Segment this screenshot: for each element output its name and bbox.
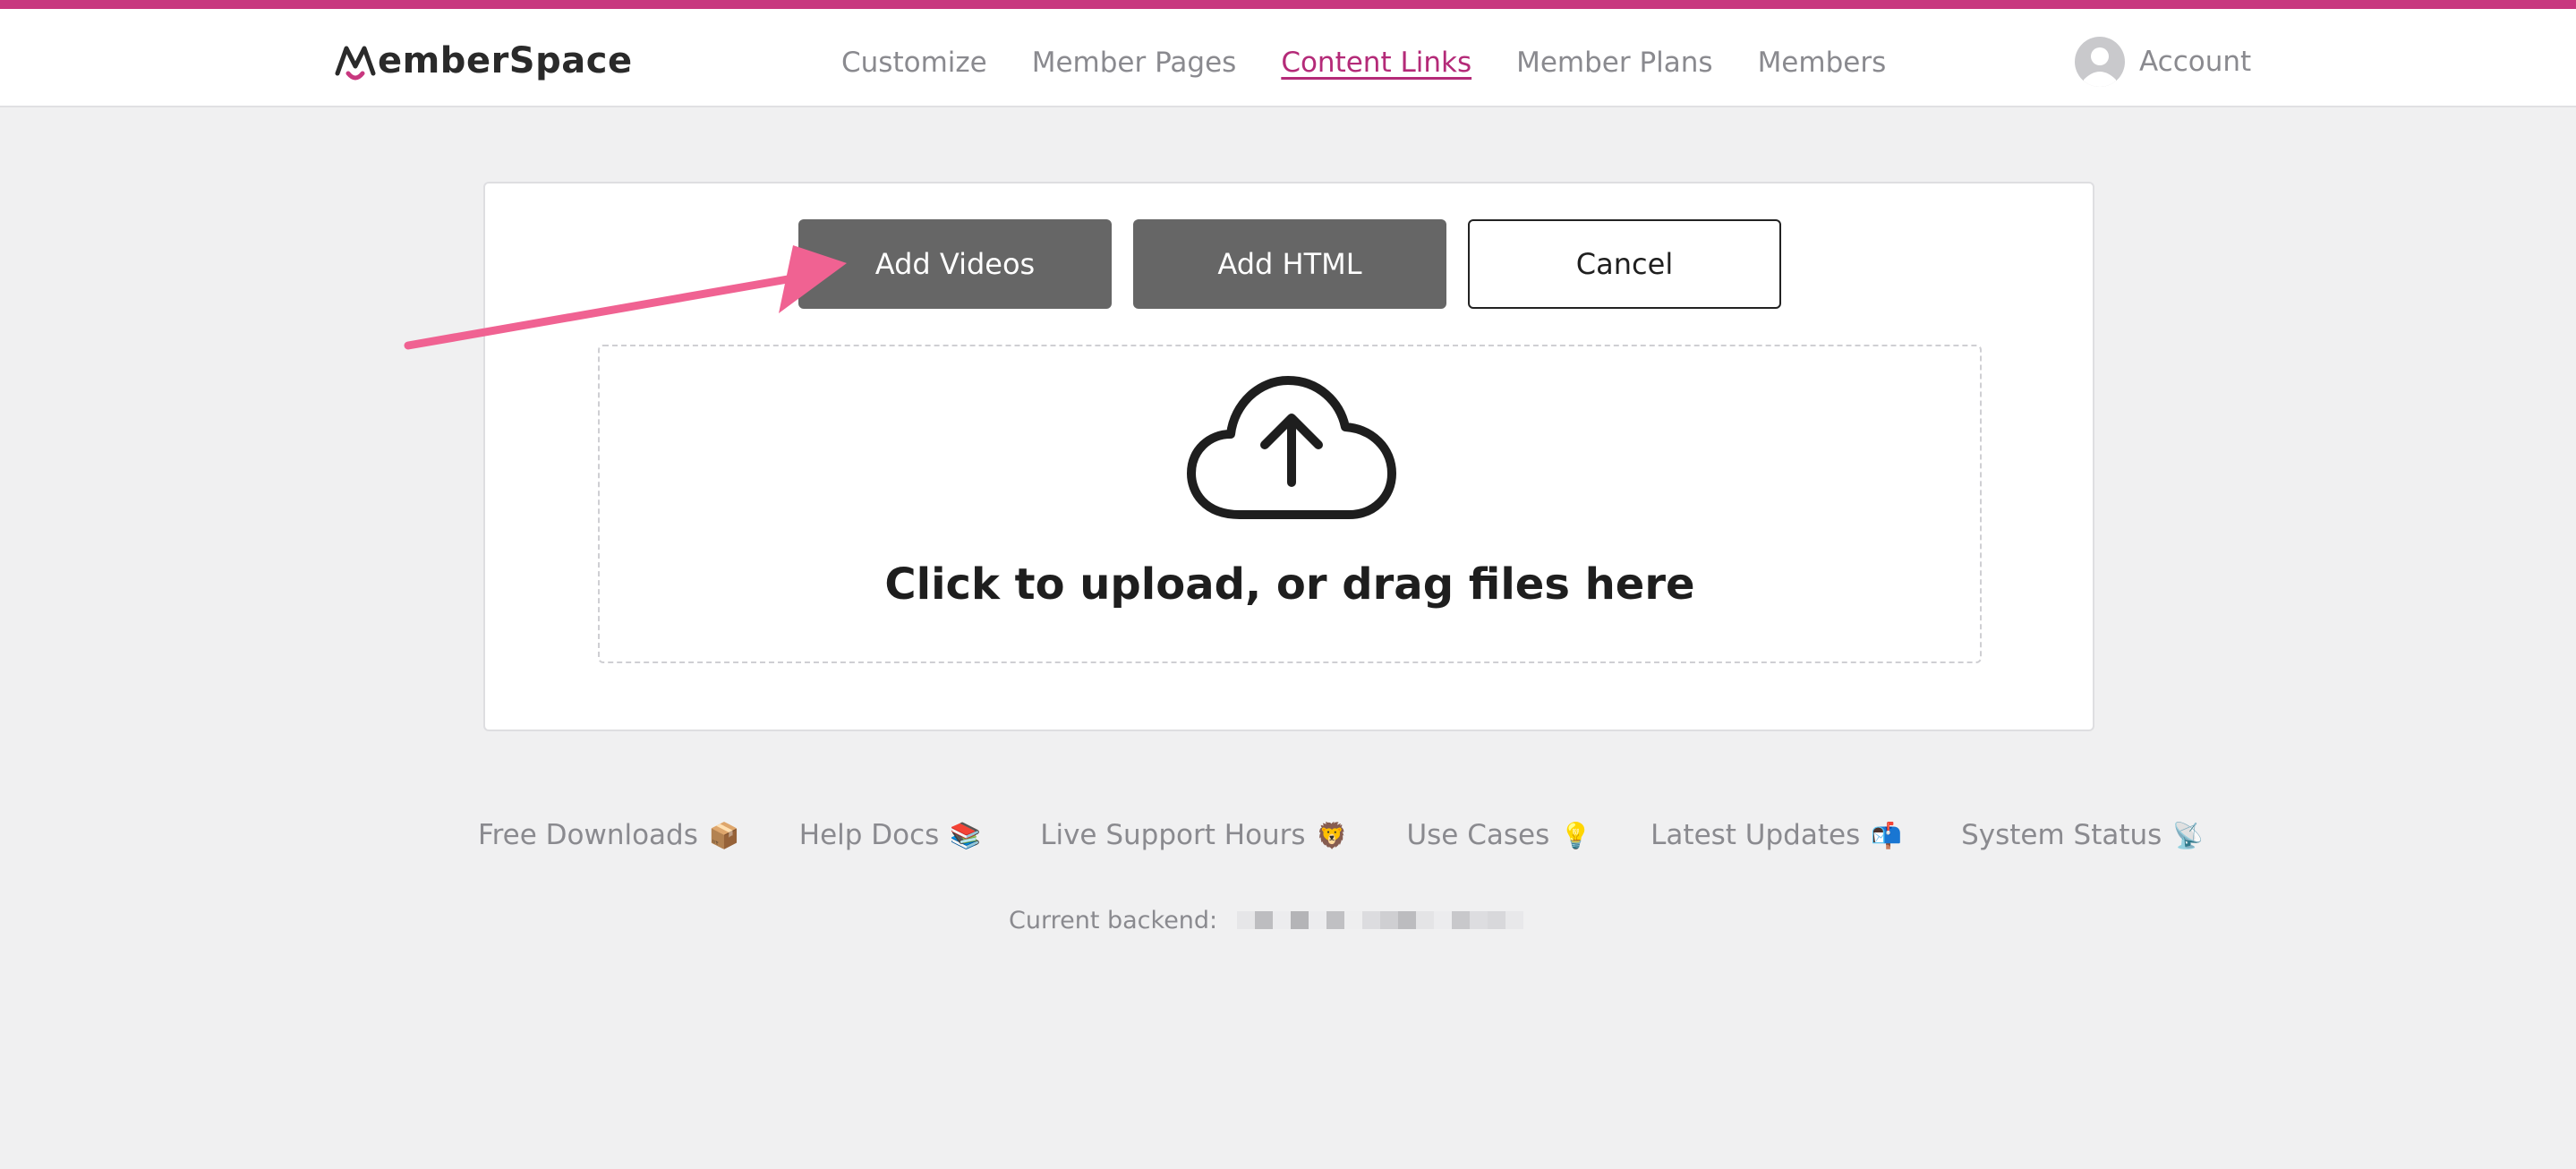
- footer-link-help-docs[interactable]: Help Docs 📚: [799, 819, 981, 851]
- footer-link-free-downloads[interactable]: Free Downloads 📦: [478, 819, 740, 851]
- cancel-button[interactable]: Cancel: [1468, 219, 1781, 309]
- footer-link-use-cases[interactable]: Use Cases 💡: [1406, 819, 1591, 851]
- account-label: Account: [2139, 46, 2252, 78]
- top-accent-bar: [0, 0, 2576, 9]
- account-menu[interactable]: Account: [2075, 32, 2251, 91]
- nav-member-plans[interactable]: Member Plans: [1516, 47, 1712, 79]
- lion-icon: 🦁: [1316, 820, 1348, 850]
- books-icon: 📚: [950, 820, 982, 850]
- backend-value-redacted: [1237, 911, 1524, 929]
- nav-member-pages[interactable]: Member Pages: [1032, 47, 1237, 79]
- header: emberSpace Customize Member Pages Conten…: [0, 9, 2576, 107]
- memberspace-logo[interactable]: emberSpace: [335, 34, 633, 88]
- lightbulb-icon: 💡: [1560, 820, 1592, 850]
- cloud-upload-icon: [1187, 376, 1396, 519]
- upload-dropzone[interactable]: Click to upload, or drag files here: [598, 345, 1982, 663]
- current-backend: Current backend:: [1009, 902, 1524, 938]
- add-videos-button[interactable]: Add Videos: [798, 219, 1112, 309]
- backend-label: Current backend:: [1009, 906, 1218, 934]
- nav-customize[interactable]: Customize: [841, 47, 987, 79]
- user-avatar-icon: [2075, 37, 2125, 87]
- nav-content-links[interactable]: Content Links: [1281, 47, 1471, 79]
- main-nav: Customize Member Pages Content Links Mem…: [841, 36, 1886, 90]
- mailbox-icon: 📬: [1871, 820, 1903, 850]
- package-icon: 📦: [708, 820, 740, 850]
- logo-text: emberSpace: [378, 40, 633, 81]
- nav-members[interactable]: Members: [1758, 47, 1887, 79]
- footer-link-latest-updates[interactable]: Latest Updates 📬: [1651, 819, 1902, 851]
- footer-links: Free Downloads 📦 Help Docs 📚 Live Suppor…: [478, 813, 2204, 858]
- add-html-button[interactable]: Add HTML: [1133, 219, 1446, 309]
- content-upload-card: Add Videos Add HTML Cancel Click to uplo…: [483, 182, 2094, 731]
- upload-instructions: Click to upload, or drag files here: [884, 559, 1695, 610]
- footer-link-system-status[interactable]: System Status 📡: [1961, 819, 2204, 851]
- memberspace-logo-icon: [335, 46, 376, 81]
- footer-link-live-support-hours[interactable]: Live Support Hours 🦁: [1040, 819, 1347, 851]
- satellite-icon: 📡: [2172, 820, 2205, 850]
